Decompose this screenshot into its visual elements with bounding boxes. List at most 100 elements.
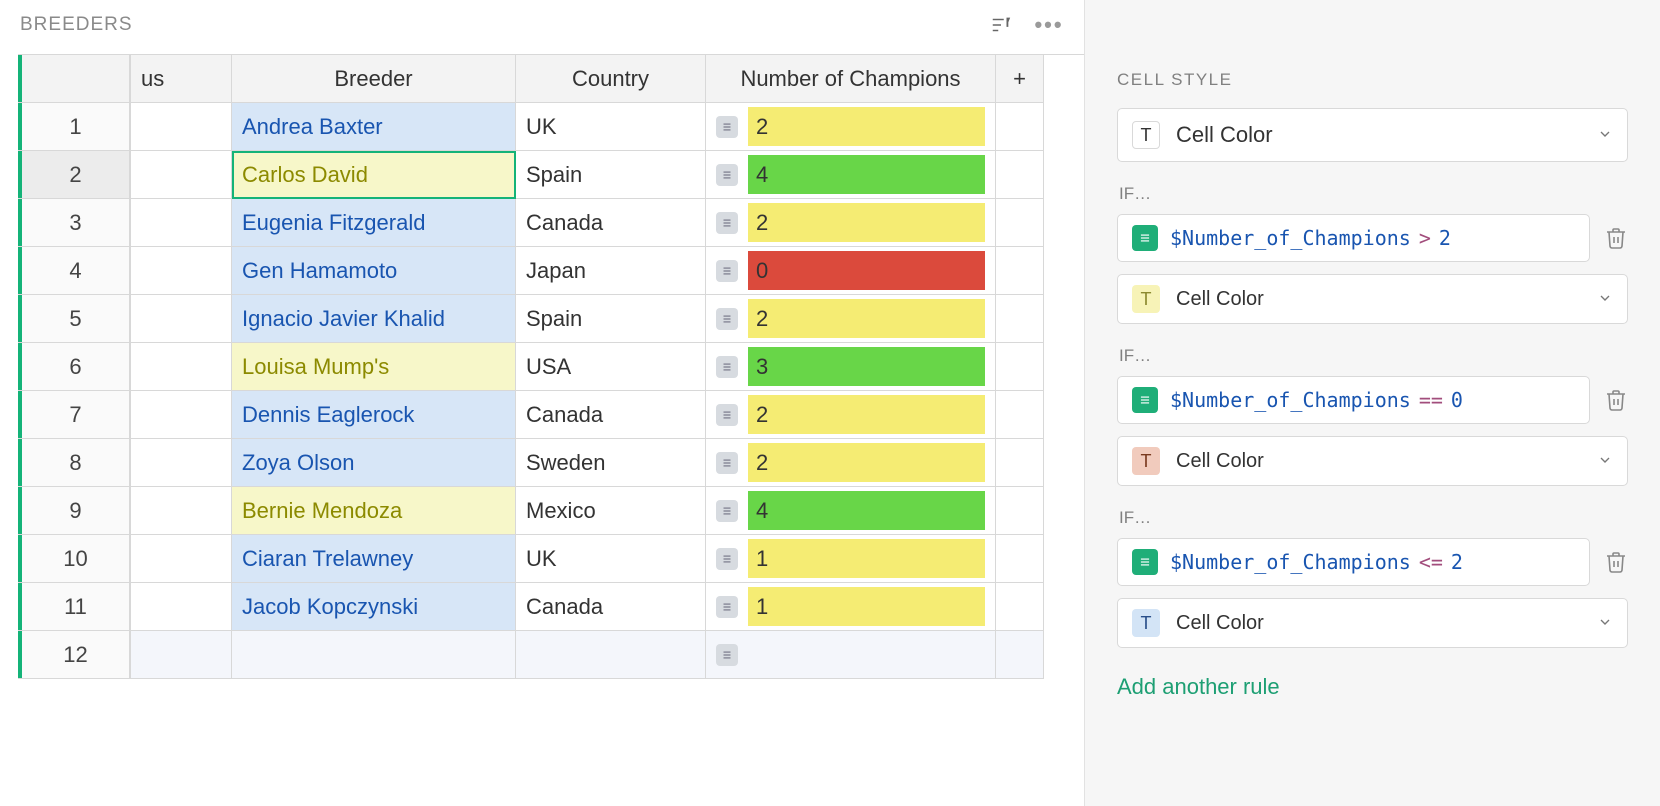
row-number[interactable]: 12 [22,631,130,679]
rule-var: $Number_of_Champions [1170,550,1411,574]
cell-truncated[interactable] [130,439,232,487]
cell-champions[interactable]: 3 [706,343,996,391]
rule-num: 2 [1439,226,1451,250]
rule-style-select[interactable]: TCell Color [1117,598,1628,648]
filter-icon[interactable] [986,10,1016,40]
row-number[interactable]: 6 [22,343,130,391]
row-number[interactable]: 11 [22,583,130,631]
row-number[interactable]: 2 [22,151,130,199]
cell-breeder[interactable]: Dennis Eaglerock [232,391,516,439]
cell-country[interactable]: Sweden [516,439,706,487]
row-number[interactable]: 3 [22,199,130,247]
cell-champions[interactable]: 1 [706,583,996,631]
list-icon [716,356,738,378]
cell-country[interactable]: UK [516,103,706,151]
row-number[interactable]: 7 [22,391,130,439]
cell-truncated[interactable] [130,199,232,247]
cell-breeder[interactable]: Ciaran Trelawney [232,535,516,583]
rule-row: $Number_of_Champions>2 [1117,214,1628,262]
rule-style-select[interactable]: T Cell Color [1117,274,1628,324]
cell-champions[interactable]: 1 [706,535,996,583]
col-country[interactable]: Country [516,55,706,103]
cell-country[interactable]: Canada [516,199,706,247]
rule-condition-input[interactable]: $Number_of_Champions>2 [1117,214,1590,262]
add-rule-link[interactable]: Add another rule [1117,674,1280,700]
cell-breeder[interactable]: Gen Hamamoto [232,247,516,295]
cell-champions[interactable]: 2 [706,439,996,487]
col-champions[interactable]: Number of Champions [706,55,996,103]
cell-champions[interactable]: 4 [706,151,996,199]
cell-champions[interactable]: 2 [706,391,996,439]
cell-truncated[interactable] [130,583,232,631]
col-truncated[interactable]: us [130,55,232,103]
list-icon [716,308,738,330]
row-number[interactable]: 4 [22,247,130,295]
rule-row: $Number_of_Champions==0 [1117,376,1628,424]
cell-country[interactable]: Spain [516,295,706,343]
cell-country[interactable]: Japan [516,247,706,295]
cell-breeder[interactable]: Andrea Baxter [232,103,516,151]
cell-breeder[interactable]: Bernie Mendoza [232,487,516,535]
row-number[interactable]: 8 [22,439,130,487]
row-number[interactable]: 1 [22,103,130,151]
trash-icon[interactable] [1604,226,1628,250]
cell-country[interactable]: Canada [516,583,706,631]
cell-truncated[interactable] [130,343,232,391]
rule-condition-input[interactable]: $Number_of_Champions==0 [1117,376,1590,424]
rule-style-select[interactable]: TCell Color [1117,436,1628,486]
cell-country[interactable]: UK [516,535,706,583]
cell-breeder[interactable]: Zoya Olson [232,439,516,487]
if-label: IF… [1119,184,1628,204]
cell-champions[interactable]: 0 [706,247,996,295]
trash-icon[interactable] [1604,388,1628,412]
cell-country[interactable]: USA [516,343,706,391]
add-column-button[interactable]: + [996,55,1044,103]
cell-trailing [996,151,1044,199]
cell-truncated[interactable] [130,487,232,535]
rule-var: $Number_of_Champions [1170,226,1411,250]
more-icon[interactable]: ••• [1034,10,1064,40]
cell-truncated[interactable] [130,295,232,343]
cell-breeder[interactable]: Jacob Kopczynski [232,583,516,631]
cell-champions[interactable]: 2 [706,103,996,151]
chevron-down-icon [1597,452,1613,471]
cell-country[interactable]: Spain [516,151,706,199]
select-label: Cell Color [1176,288,1597,311]
default-style-select[interactable]: T Cell Color [1117,108,1628,162]
trash-icon[interactable] [1604,550,1628,574]
champion-value: 3 [748,347,985,386]
cell-truncated[interactable] [130,103,232,151]
cell-trailing [996,535,1044,583]
cell-breeder[interactable]: Louisa Mump's [232,343,516,391]
cell-breeder[interactable]: Eugenia Fitzgerald [232,199,516,247]
row-number[interactable]: 5 [22,295,130,343]
cell-country[interactable] [516,631,706,679]
cell-truncated[interactable] [130,151,232,199]
cell-trailing [996,631,1044,679]
cell-champions[interactable]: 2 [706,199,996,247]
cell-breeder[interactable]: Ignacio Javier Khalid [232,295,516,343]
text-style-icon: T [1132,285,1160,313]
cell-truncated[interactable] [130,535,232,583]
cell-country[interactable]: Canada [516,391,706,439]
row-number[interactable]: 10 [22,535,130,583]
cell-truncated[interactable] [130,247,232,295]
cell-champions[interactable]: 4 [706,487,996,535]
col-breeder[interactable]: Breeder [232,55,516,103]
cell-truncated[interactable] [130,631,232,679]
cell-breeder[interactable]: Carlos David [232,151,516,199]
chevron-down-icon [1597,126,1613,145]
cell-truncated[interactable] [130,391,232,439]
cell-trailing [996,199,1044,247]
cell-champions[interactable]: 2 [706,295,996,343]
data-grid: us Breeder Country Number of Champions +… [18,54,1084,679]
row-number[interactable]: 9 [22,487,130,535]
select-label: Cell Color [1176,122,1597,148]
cell-champions[interactable] [706,631,996,679]
rule-condition-input[interactable]: $Number_of_Champions<=2 [1117,538,1590,586]
formula-icon [1132,225,1158,251]
if-label: IF… [1119,508,1628,528]
cell-breeder[interactable] [232,631,516,679]
list-icon [716,212,738,234]
cell-country[interactable]: Mexico [516,487,706,535]
